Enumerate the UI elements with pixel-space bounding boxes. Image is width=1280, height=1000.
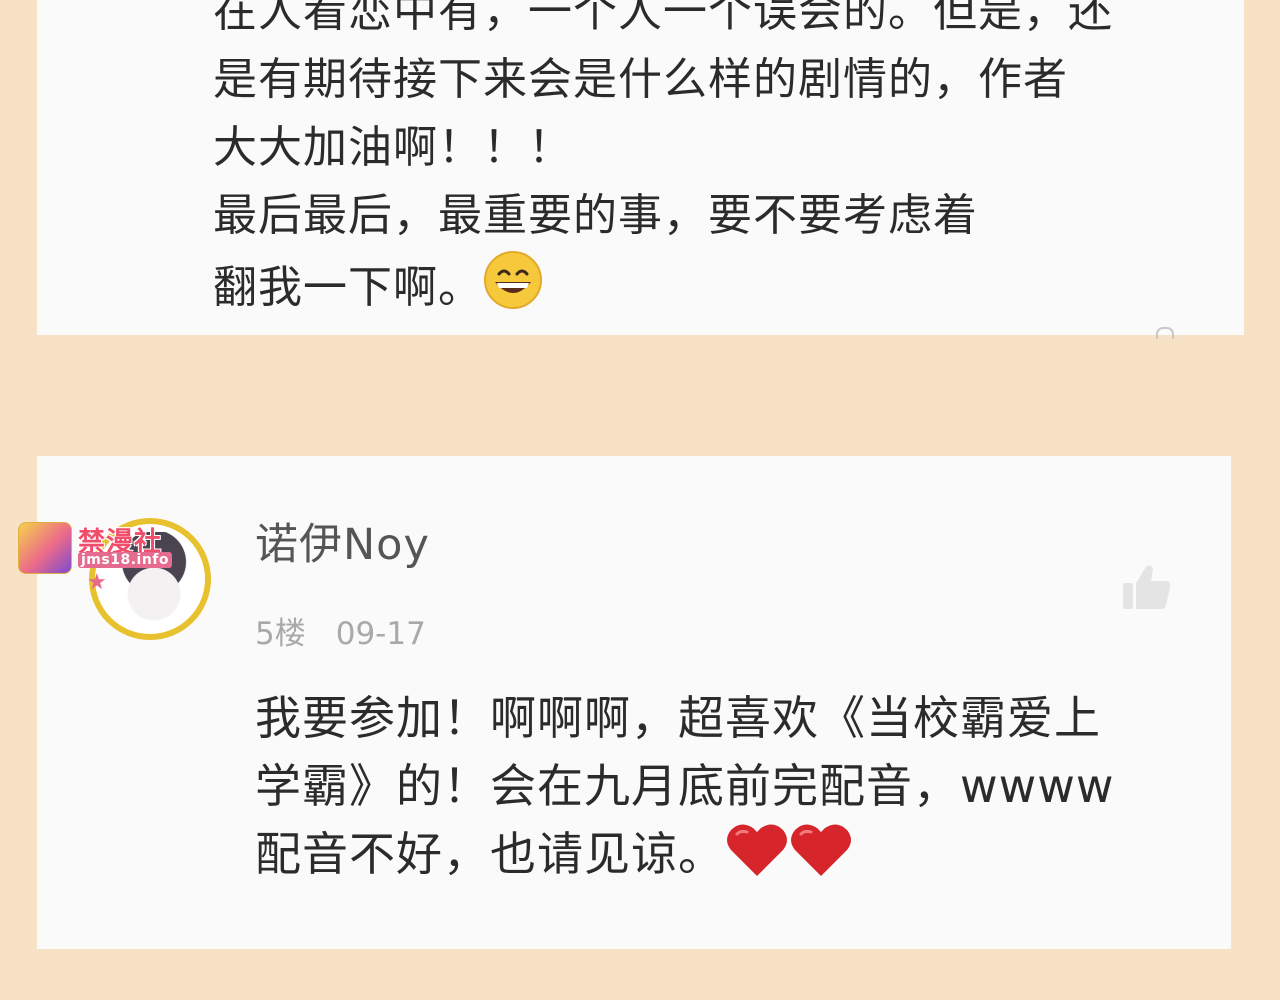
comment-line: 是有期待接下来会是什么样的剧情的，作者: [213, 54, 1068, 105]
comment-meta: 5楼 09-17: [255, 608, 426, 653]
comment-line-text: 翻我一下啊。: [213, 262, 483, 313]
watermark-url: jms18.info: [78, 552, 172, 568]
comment-line: 大大加油啊！！！: [213, 122, 573, 173]
thumbs-up-icon: [1123, 565, 1171, 609]
comment-line: 学霸》的！会在九月底前完配音，wwww: [255, 759, 1115, 813]
red-heart-icon: [789, 822, 853, 896]
watermark-logo-icon: [18, 522, 72, 574]
grinning-face-icon: [483, 250, 543, 330]
like-button[interactable]: [1121, 561, 1173, 613]
red-heart-icon: [725, 822, 789, 896]
watermark: 禁漫社 jms18.info: [18, 520, 178, 574]
comment-date: 09-17: [335, 616, 426, 652]
comment-line-text: 配音不好，也请见谅。: [255, 827, 725, 881]
comment-line: 在人看恋中有，一个人一个误会的。但是，还: [213, 0, 1113, 37]
comment-line: 我要参加！啊啊啊，超喜欢《当校霸爱上: [255, 691, 1101, 745]
comment-card: ★ 诺伊Noy 5楼 09-17 我要参加！啊啊啊，超喜欢《当校霸爱上 学霸》的！…: [37, 456, 1231, 949]
comment-text: 我要参加！啊啊啊，超喜欢《当校霸爱上 学霸》的！会在九月底前完配音，wwww 配…: [255, 684, 1195, 896]
floor-number: 5楼: [255, 616, 306, 652]
comment-line: 最后最后，最重要的事，要不要考虑着: [213, 190, 978, 241]
comment-text: 在人看恋中有，一个人一个误会的。但是，还 是有期待接下来会是什么样的剧情的，作者…: [213, 0, 1173, 330]
star-badge-icon: ★: [87, 570, 107, 595]
comment-line-last: 翻我一下啊。: [213, 250, 1173, 330]
username[interactable]: 诺伊Noy: [255, 510, 430, 572]
comment-line-last: 配音不好，也请见谅。: [255, 820, 1195, 896]
like-icon[interactable]: [1156, 327, 1174, 339]
comment-card-top: 在人看恋中有，一个人一个误会的。但是，还 是有期待接下来会是什么样的剧情的，作者…: [37, 0, 1244, 339]
